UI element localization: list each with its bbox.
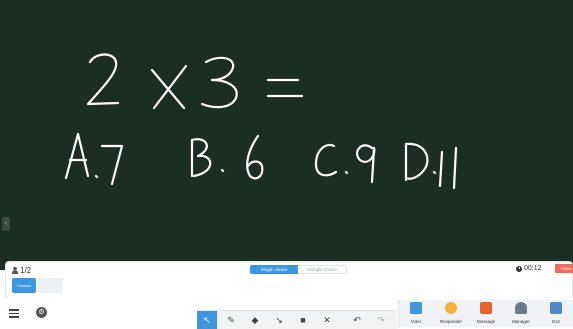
- drawing-toolbar: ↖ ✎ ◆ ↘ ■ ✕ ↶ ↷: [197, 310, 397, 329]
- handwritten-x: [150, 64, 188, 110]
- timer-label: 00:12: [524, 265, 542, 272]
- handwritten-dot-d: [432, 170, 437, 175]
- menu-icon[interactable]: [8, 307, 20, 319]
- exit-icon: [550, 302, 562, 314]
- question-type-tabs: Single choice Multiple choice: [250, 265, 347, 274]
- choice-option-selected[interactable]: Choices: [12, 278, 36, 293]
- handwritten-d: [404, 142, 429, 182]
- message-button[interactable]: Message: [469, 300, 503, 327]
- message-icon: [480, 302, 492, 314]
- countdown-timer: 00:12: [516, 265, 542, 272]
- handwritten-c: [314, 143, 338, 177]
- chevron-left-icon[interactable]: ‹: [2, 217, 10, 231]
- tab-multiple-choice[interactable]: Multiple choice: [298, 265, 347, 274]
- handwritten-b: [190, 138, 212, 178]
- handwritten-1a: [438, 150, 444, 188]
- handwritten-1b: [452, 146, 458, 190]
- manager-label: Manager: [512, 319, 530, 324]
- handwritten-dot-b: [220, 168, 225, 173]
- participant-count-label: 1/2: [20, 266, 32, 275]
- tab-single-choice[interactable]: Single choice: [250, 265, 298, 274]
- responder-label: Responder: [439, 319, 462, 324]
- finish-button[interactable]: Finish: [555, 264, 573, 273]
- redo-icon[interactable]: ↷: [371, 311, 391, 329]
- handwritten-3: [200, 56, 238, 109]
- handwritten-equals: [266, 78, 304, 98]
- handwritten-dot-c: [344, 170, 349, 175]
- cursor-icon[interactable]: ↖: [197, 311, 217, 329]
- voter-button[interactable]: Voter: [399, 300, 433, 327]
- person-icon: [12, 267, 18, 274]
- exit-label: Exit: [552, 319, 560, 324]
- voter-label: Voter: [410, 319, 422, 324]
- shape-icon[interactable]: ■: [293, 311, 313, 329]
- handwritten-7: [100, 144, 124, 186]
- responder-button[interactable]: Responder: [434, 300, 468, 327]
- handwritten-a: [64, 132, 90, 180]
- exit-button[interactable]: Exit: [539, 300, 573, 327]
- message-label: Message: [476, 319, 496, 324]
- handwritten-6: [246, 134, 264, 180]
- handwritten-dot-a: [94, 174, 99, 179]
- laser-icon[interactable]: ↘: [269, 311, 289, 329]
- voter-icon: [410, 302, 422, 314]
- undo-icon[interactable]: ↶: [347, 311, 367, 329]
- cross-icon[interactable]: ✕: [317, 311, 337, 329]
- eraser-icon[interactable]: ◆: [245, 311, 265, 329]
- blackboard-canvas[interactable]: ‹: [0, 0, 573, 262]
- pen-icon[interactable]: ✎: [221, 311, 241, 329]
- handwriting-layer: [64, 53, 458, 190]
- choice-option[interactable]: [37, 278, 63, 293]
- settings-icon[interactable]: ⚙: [36, 307, 47, 318]
- handwritten-9: [356, 144, 376, 184]
- bottom-bar: ⚙ ↖ ✎ ◆ ↘ ■ ✕ ↶ ↷ Voter Responder Messag…: [0, 298, 573, 329]
- whiteboard-app: ‹ 1/2 Single choice Multiple choice 00:1…: [0, 0, 573, 329]
- clock-icon: [516, 265, 522, 272]
- classroom-tools-panel: Voter Responder Message Manager Exit: [398, 300, 573, 327]
- participant-count: 1/2: [12, 266, 31, 275]
- responder-icon: [445, 302, 457, 314]
- manager-icon: [515, 302, 527, 314]
- manager-button[interactable]: Manager: [504, 300, 538, 327]
- quiz-panel: 1/2 Single choice Multiple choice 00:12 …: [6, 262, 573, 298]
- handwritten-2: [86, 53, 120, 106]
